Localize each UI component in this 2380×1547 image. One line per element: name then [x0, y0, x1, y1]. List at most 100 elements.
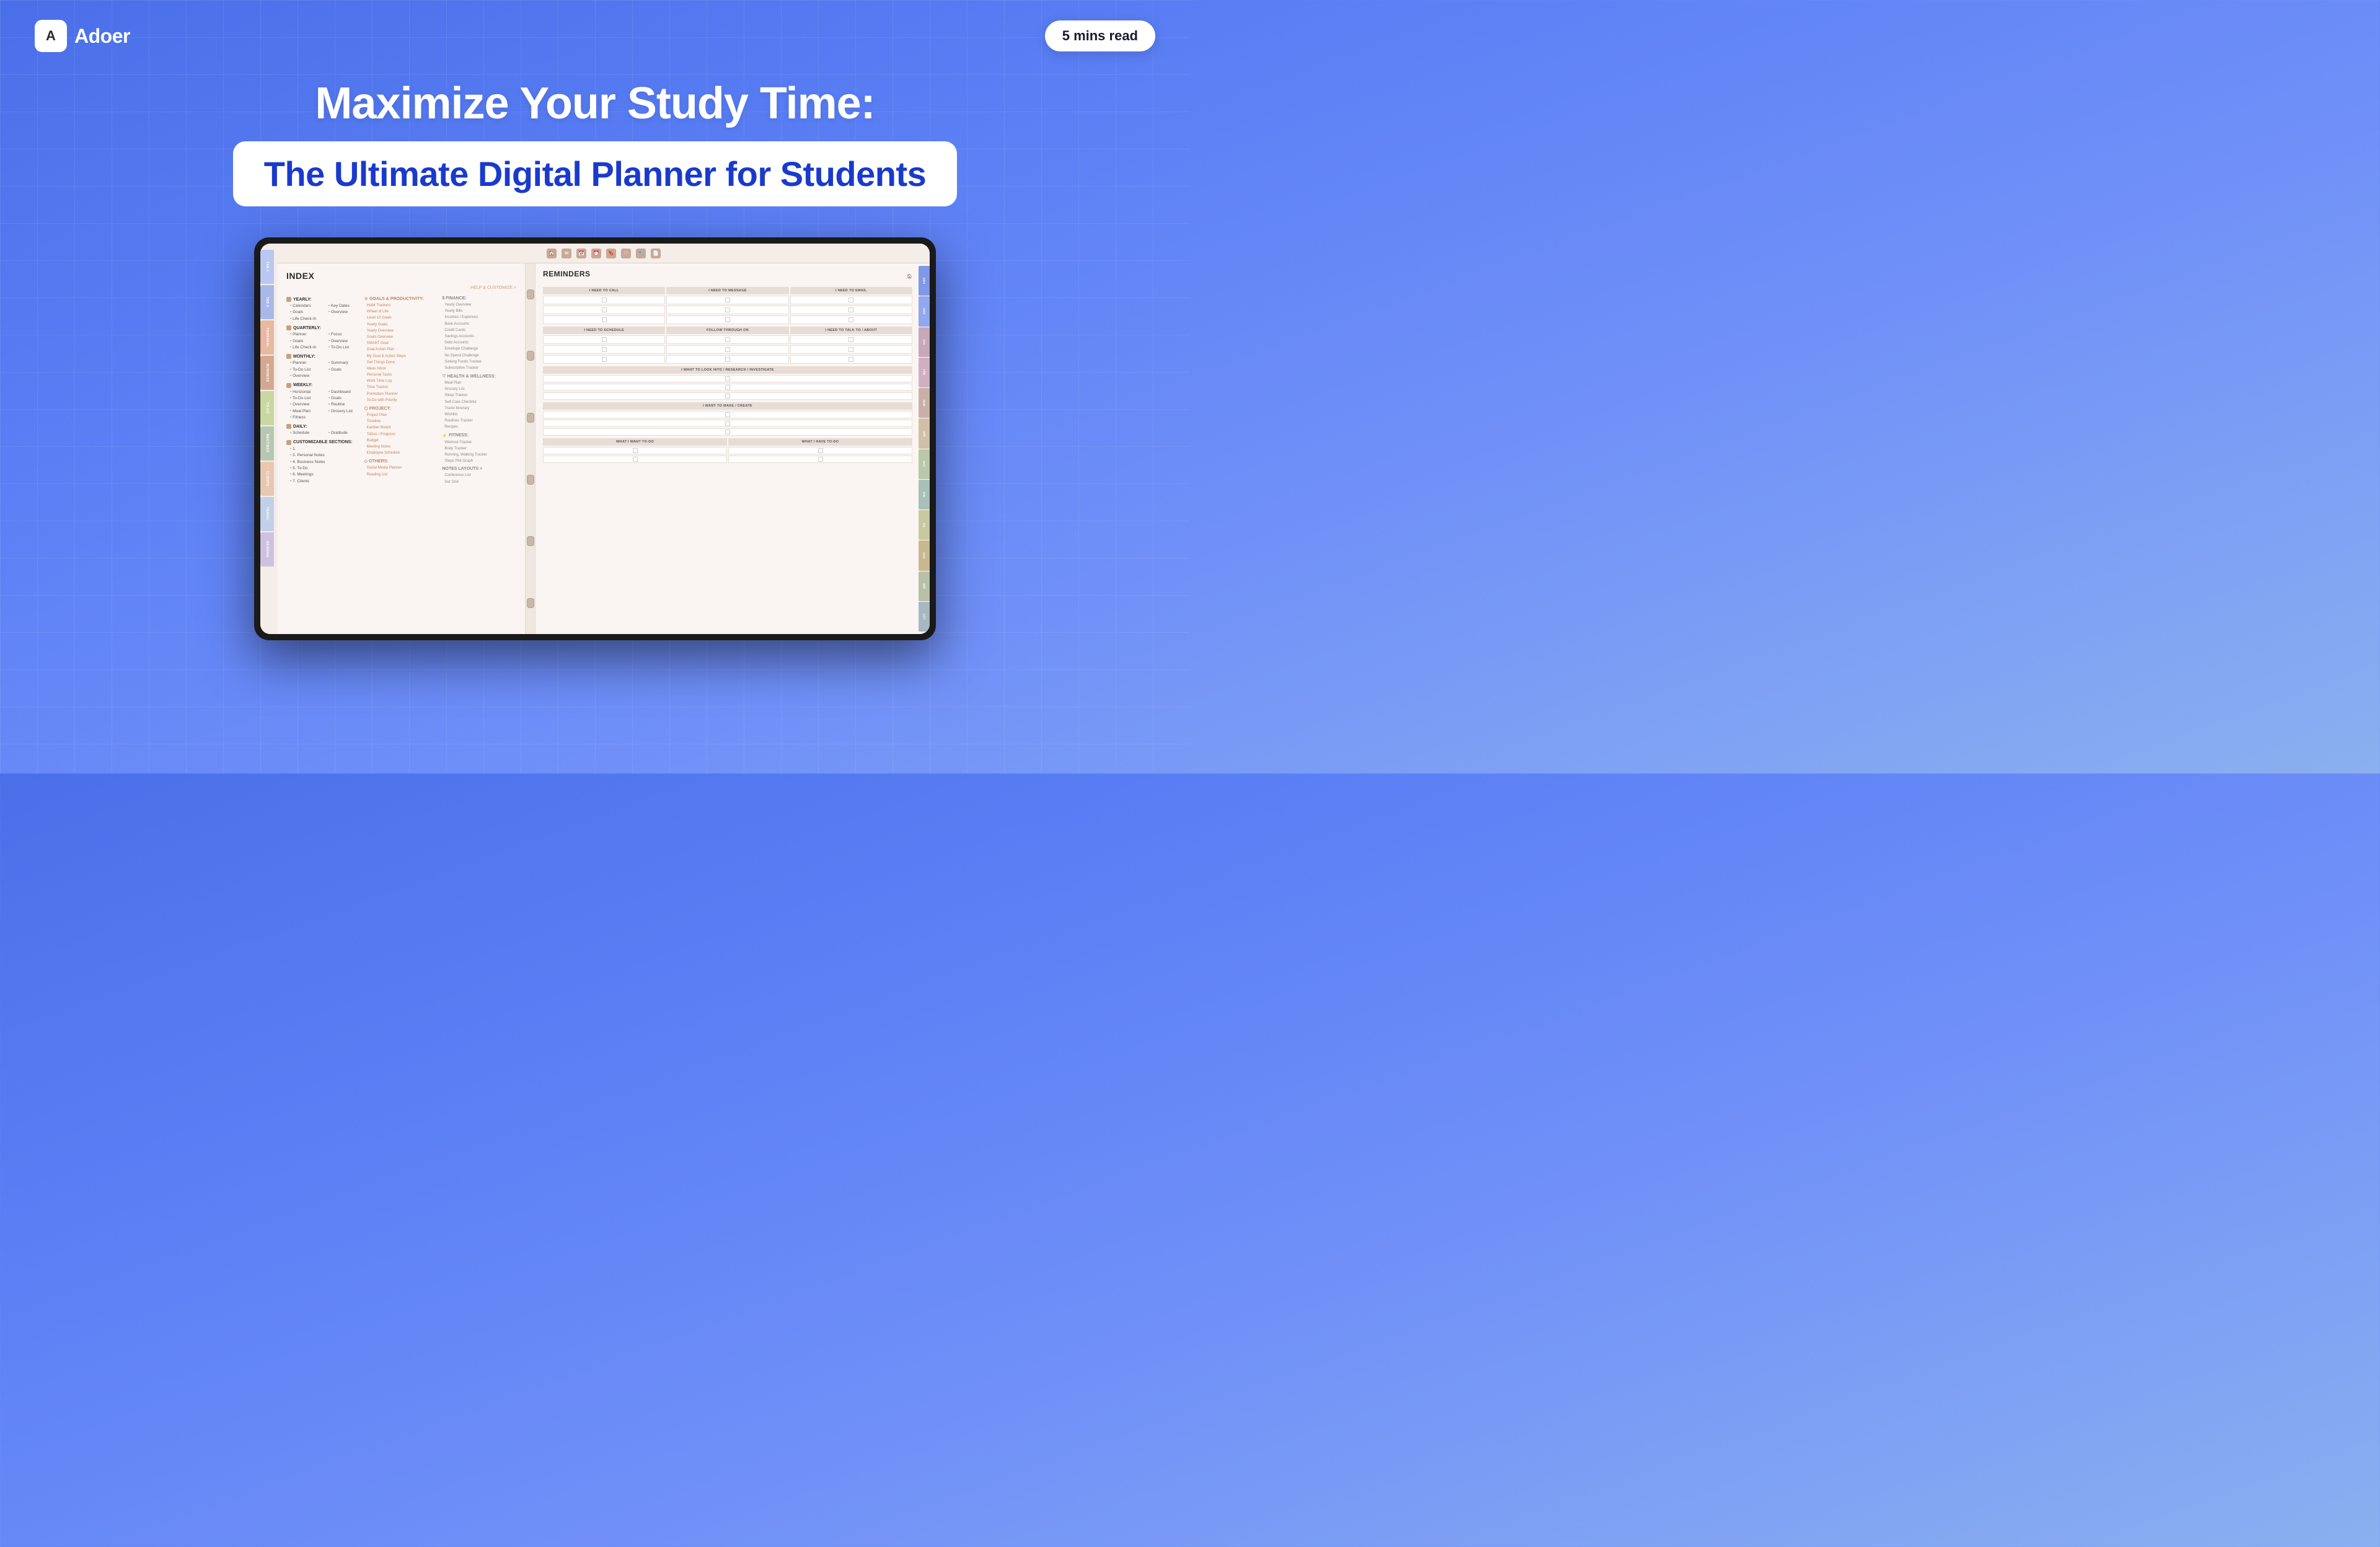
tools-icon[interactable]: 🔧 — [636, 249, 646, 258]
remind-cell — [543, 296, 665, 304]
remind-cell — [543, 375, 912, 382]
remind-cell — [543, 411, 912, 418]
checkbox[interactable] — [602, 347, 607, 352]
checkbox[interactable] — [725, 394, 730, 399]
remind-cell — [543, 355, 665, 364]
remind-col-call: I NEED TO CALL — [543, 287, 665, 294]
checkbox[interactable] — [725, 421, 730, 426]
checkbox[interactable] — [602, 298, 607, 302]
checkbox[interactable] — [848, 347, 853, 352]
yearly-section: YEARLY: — [286, 297, 361, 302]
side-tab-tab-2[interactable]: TAB 2 — [260, 285, 274, 319]
checkbox[interactable] — [818, 448, 823, 453]
side-tab-to-do[interactable]: TO-DO — [260, 391, 274, 425]
envelope-icon[interactable]: ✉ — [562, 249, 571, 258]
side-tab-clients[interactable]: CLIENTS — [260, 462, 274, 496]
home-icon[interactable]: 🏠 — [547, 249, 557, 258]
year-tabs: 20242025JANFEBMARAPRMAYJUNJULAUGSEPOCT — [919, 263, 930, 634]
remind-want-todo: WHAT I WANT TO-DO — [543, 438, 727, 446]
checkbox[interactable] — [725, 376, 730, 381]
checkbox[interactable] — [848, 307, 853, 312]
side-tab-reading[interactable]: READING — [260, 532, 274, 566]
checkbox[interactable] — [848, 317, 853, 322]
bookmark-icon[interactable]: 🔖 — [606, 249, 616, 258]
planner-main: INDEX HELP & CUSTOMIZE > YEARLY: — [278, 263, 930, 634]
remind-col-talk: I NEED TO TALK TO / ABOUT — [790, 327, 912, 334]
year-tab-JUL[interactable]: JUL — [919, 510, 930, 540]
checkbox[interactable] — [633, 457, 638, 462]
remind-col-msg: I NEED TO MESSAGE — [666, 287, 788, 294]
side-tab-tab-1[interactable]: TAB 1 — [260, 250, 274, 284]
side-tab-personal[interactable]: PERSONAL — [260, 320, 274, 355]
others-section-label: ◇OTHERS: — [364, 459, 439, 464]
calendar-icon[interactable]: 📅 — [576, 249, 586, 258]
customizable-section: CUSTOMIZABLE SECTIONS: — [286, 440, 361, 445]
hero-section: Maximize Your Study Time: The Ultimate D… — [0, 72, 1190, 225]
year-tab-OCT[interactable]: OCT — [919, 602, 930, 632]
checkbox[interactable] — [725, 317, 730, 322]
logo-letter: A — [46, 28, 56, 44]
remind-cell — [790, 355, 912, 364]
year-tab-2025[interactable]: 2025 — [919, 296, 930, 326]
checkbox[interactable] — [602, 317, 607, 322]
mockup-container: TAB 1TAB 2PERSONALBUSINESSTO-DOMEETINGSC… — [0, 225, 1190, 640]
remind-cell — [666, 315, 788, 324]
checkbox[interactable] — [848, 337, 853, 342]
year-tab-AUG[interactable]: AUG — [919, 540, 930, 570]
year-tab-JUN[interactable]: JUN — [919, 480, 930, 509]
remind-col-follow: FOLLOW THROUGH ON — [666, 327, 788, 334]
year-tab-2024[interactable]: 2024 — [919, 266, 930, 296]
checkbox[interactable] — [818, 457, 823, 462]
year-tab-MAY[interactable]: MAY — [919, 449, 930, 479]
remind-cell — [790, 306, 912, 314]
logo-name: Adoer — [74, 25, 130, 48]
heart-icon[interactable]: ♡ — [621, 249, 631, 258]
clock-icon[interactable]: ⏰ — [591, 249, 601, 258]
remind-cell — [543, 306, 665, 314]
research-cells — [543, 375, 912, 400]
year-tab-JAN[interactable]: JAN — [919, 327, 930, 357]
checkbox[interactable] — [602, 357, 607, 362]
checkbox[interactable] — [602, 307, 607, 312]
side-tab-business[interactable]: BUSINESS — [260, 356, 274, 390]
remind-cell — [666, 355, 788, 364]
help-link[interactable]: HELP & CUSTOMIZE > — [286, 286, 516, 290]
remind-cell — [543, 428, 912, 436]
remind-cell — [543, 447, 727, 454]
index-col-finance: $FINANCE: Yearly Overview Yearly Bills I… — [442, 294, 516, 485]
planner-toolbar: 🏠 ✉ 📅 ⏰ 🔖 ♡ 🔧 📄 — [278, 244, 930, 263]
checkbox[interactable] — [725, 298, 730, 302]
checkbox[interactable] — [725, 347, 730, 352]
checkbox[interactable] — [633, 448, 638, 453]
fitness-section-label: ⚡FITNESS: — [442, 433, 516, 438]
side-tabs: TAB 1TAB 2PERSONALBUSINESSTO-DOMEETINGSC… — [260, 244, 278, 634]
remind-cell — [543, 384, 912, 391]
checkbox[interactable] — [848, 298, 853, 302]
remind-cell — [543, 420, 912, 427]
checkbox[interactable] — [725, 357, 730, 362]
checkbox[interactable] — [725, 385, 730, 390]
checkbox[interactable] — [848, 357, 853, 362]
checkbox[interactable] — [725, 430, 730, 434]
remind-cell — [543, 456, 727, 463]
quarterly-section: QUARTERLY: — [286, 325, 361, 330]
remind-cell — [790, 315, 912, 324]
checkbox[interactable] — [725, 307, 730, 312]
remind-col-email: I NEED TO EMAIL — [790, 287, 912, 294]
checkbox[interactable] — [602, 337, 607, 342]
year-tab-SEP[interactable]: SEP — [919, 571, 930, 601]
ring-hole — [527, 536, 534, 546]
side-tab-travel[interactable]: TRAVEL — [260, 497, 274, 531]
year-tab-APR[interactable]: APR — [919, 418, 930, 448]
year-tab-MAR[interactable]: MAR — [919, 388, 930, 418]
project-section-label: ⬡PROJECT: — [364, 406, 439, 411]
ring-hole — [527, 289, 534, 299]
index-columns: YEARLY: Calendars Goals Life Check-In — [286, 294, 516, 485]
file-icon[interactable]: 📄 — [651, 249, 661, 258]
year-tab-FEB[interactable]: FEB — [919, 358, 930, 387]
weekly-section: WEEKLY: — [286, 383, 361, 388]
checkbox[interactable] — [725, 412, 730, 417]
remind-create: I WANT TO MAKE / CREATE — [543, 402, 912, 410]
side-tab-meetings[interactable]: MEETINGS — [260, 426, 274, 461]
checkbox[interactable] — [725, 337, 730, 342]
